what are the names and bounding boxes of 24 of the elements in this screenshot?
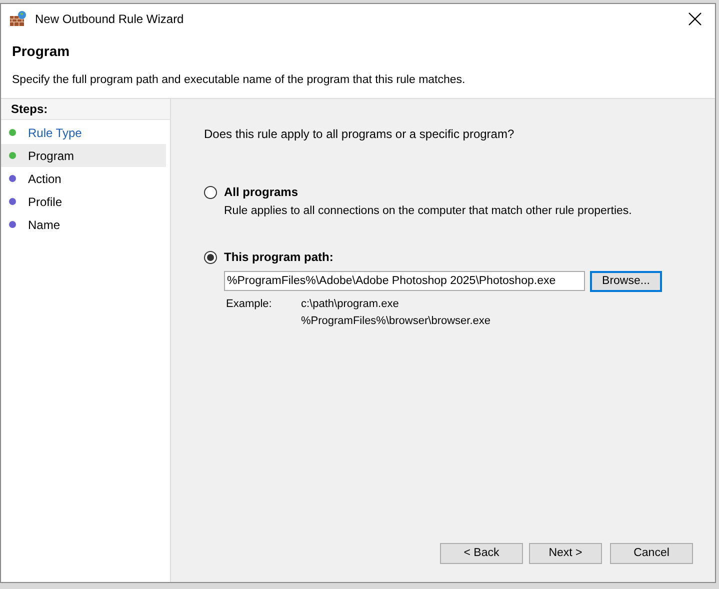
option-label: All programs <box>224 184 298 201</box>
page-title: Program <box>12 42 71 61</box>
wizard-button[interactable]: < Back <box>440 543 523 564</box>
radio-button[interactable] <box>204 186 217 198</box>
step-item[interactable]: Action <box>1 167 166 190</box>
example-path: %ProgramFiles%\browser\browser.exe <box>301 314 491 329</box>
question-text: Does this rule apply to all programs or a specific program? <box>204 126 516 143</box>
option-label: This program path: <box>224 249 334 266</box>
step-item[interactable]: Name <box>1 213 166 236</box>
step-item[interactable]: Rule Type <box>1 121 166 144</box>
step-item[interactable]: Program <box>1 144 166 167</box>
radio-button[interactable] <box>204 250 217 264</box>
program-path-field[interactable]: %ProgramFiles%\Adobe\Adobe Photoshop 2025\Photoshop.exe <box>224 271 585 292</box>
example-label: Example: <box>226 297 273 312</box>
option-description: Rule applies to all connections on the computer that match other rule properties. <box>224 204 633 219</box>
browse-button[interactable]: Browse... <box>590 271 662 292</box>
wizard-button[interactable]: Cancel <box>610 543 693 564</box>
example-path: c:\path\program.exe <box>301 297 400 312</box>
wizard-button[interactable]: Next > <box>529 543 602 564</box>
steps-heading: Steps: <box>1 99 170 120</box>
firewall-icon <box>9 10 27 28</box>
window-title: New Outbound Rule Wizard <box>35 10 184 28</box>
page-subtitle: Specify the full program path and executable name of the program that this rule matches. <box>12 73 466 88</box>
step-item[interactable]: Profile <box>1 190 166 213</box>
